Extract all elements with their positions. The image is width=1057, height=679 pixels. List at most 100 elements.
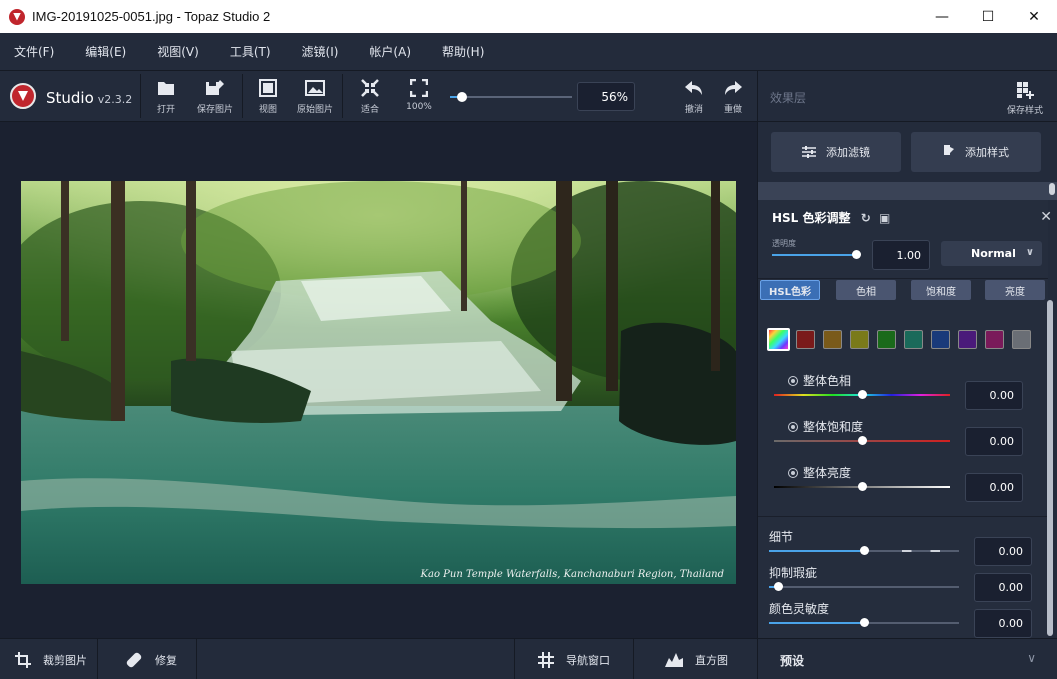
waterfall-photo: Kao Pun Temple Waterfalls, Kanchanaburi …	[21, 181, 736, 584]
bottom-divider	[196, 639, 197, 679]
minimize-button[interactable]: —	[919, 0, 965, 33]
window-title-bar: IMG-20191025-0051.jpg - Topaz Studio 2 —…	[0, 0, 1057, 33]
detail-slider-handle[interactable]	[860, 546, 869, 555]
tab-hsl[interactable]: HSL色彩	[760, 280, 820, 300]
redo-button[interactable]: 重做	[708, 79, 758, 115]
layers-scroll-thumb[interactable]	[1049, 183, 1055, 195]
zoom-slider-handle[interactable]	[457, 92, 467, 102]
add-style-button[interactable]: 添加样式	[911, 132, 1041, 172]
swatch-8[interactable]	[985, 330, 1004, 349]
menu-view[interactable]: 视图(V)	[157, 43, 199, 60]
radio-icon[interactable]	[788, 422, 798, 432]
tab-saturation[interactable]: 饱和度	[911, 280, 971, 300]
suppress-artifacts-label: 抑制瑕疵	[769, 566, 818, 580]
preset-bar[interactable]: 预设 ∨	[758, 638, 1057, 679]
saturation-input[interactable]: 0.00	[965, 427, 1023, 456]
fit-button[interactable]: 适合	[345, 79, 395, 115]
menu-help[interactable]: 帮助(H)	[442, 43, 484, 60]
histogram-button[interactable]: 直方图	[665, 639, 728, 679]
color-sensitivity-input[interactable]: 0.00	[974, 609, 1032, 638]
histogram-icon	[665, 652, 683, 667]
toolbar: Studio v2.3.2 打开 保存图片 视图 原始图片 适合 100% 撤消 …	[0, 71, 757, 122]
image-canvas[interactable]: Kao Pun Temple Waterfalls, Kanchanaburi …	[0, 122, 757, 638]
undo-label: 撤消	[684, 105, 703, 115]
menu-tools[interactable]: 工具(T)	[230, 43, 271, 60]
sliders-icon	[802, 146, 816, 158]
opacity-slider[interactable]	[772, 250, 861, 259]
zoom-100-button[interactable]: 100%	[394, 79, 444, 112]
brand-name: Studio	[46, 89, 94, 107]
original-image-label: 原始图片	[296, 105, 333, 115]
lightness-slider-handle[interactable]	[858, 482, 867, 491]
zoom-100-icon	[410, 79, 428, 97]
color-sensitivity-label: 颜色灵敏度	[769, 602, 830, 616]
swatch-7[interactable]	[958, 330, 977, 349]
view-icon	[259, 79, 277, 97]
saturation-label: 整体饱和度	[803, 420, 864, 434]
crop-button[interactable]: 裁剪图片	[15, 639, 87, 679]
brand: Studio v2.3.2	[46, 89, 132, 107]
tab-hue[interactable]: 色相	[836, 280, 896, 300]
chevron-down-icon: ∨	[1025, 247, 1034, 258]
close-button[interactable]: ✕	[1011, 0, 1057, 33]
lightness-label: 整体亮度	[803, 466, 852, 480]
menu-account[interactable]: 帐户(A)	[369, 43, 411, 60]
repair-button[interactable]: 修复	[125, 639, 177, 679]
opacity-input[interactable]: 1.00	[872, 240, 930, 270]
original-image-button[interactable]: 原始图片	[290, 79, 340, 115]
reset-icon[interactable]: ↻	[861, 211, 871, 225]
swatch-all-colors[interactable]	[767, 328, 790, 351]
preset-label: 预设	[780, 654, 805, 668]
swatch-6[interactable]	[931, 330, 950, 349]
zoom-input[interactable]: 56%	[577, 82, 635, 111]
maximize-button[interactable]: ☐	[965, 0, 1011, 33]
detail-input[interactable]: 0.00	[974, 537, 1032, 566]
panel-header: 效果层 保存样式	[758, 71, 1057, 122]
suppress-artifacts-input[interactable]: 0.00	[974, 573, 1032, 602]
color-sensitivity-slider-handle[interactable]	[860, 618, 869, 627]
swatch-1[interactable]	[796, 330, 815, 349]
chevron-down-icon: ∨	[1027, 651, 1036, 665]
crop-icon	[15, 651, 31, 668]
view-button[interactable]: 视图	[243, 79, 293, 115]
suppress-artifacts-slider-handle[interactable]	[774, 582, 783, 591]
save-preset-icon[interactable]: ▣	[879, 211, 890, 225]
bandage-icon	[125, 651, 143, 669]
zoom-slider[interactable]	[450, 96, 572, 98]
detail-label: 细节	[769, 530, 794, 544]
hue-input[interactable]: 0.00	[965, 381, 1023, 410]
repair-label: 修复	[155, 653, 177, 667]
lightness-input[interactable]: 0.00	[965, 473, 1023, 502]
effect-title: HSL 色彩调整	[772, 211, 851, 225]
close-effect-icon[interactable]: ✕	[1040, 209, 1052, 225]
bottom-toolbar: 裁剪图片 修复 导航窗口 直方图	[0, 638, 757, 679]
suppress-artifacts-slider[interactable]	[769, 586, 959, 588]
radio-icon[interactable]	[788, 468, 798, 478]
blend-mode-select[interactable]: Normal ∨	[941, 241, 1042, 266]
swatch-3[interactable]	[850, 330, 869, 349]
swatch-5[interactable]	[904, 330, 923, 349]
swatch-9[interactable]	[1012, 330, 1031, 349]
saturation-slider-handle[interactable]	[858, 436, 867, 445]
fit-icon	[361, 79, 379, 97]
layers-scrollbar[interactable]	[758, 182, 1057, 200]
swatch-4[interactable]	[877, 330, 896, 349]
effects-scrollbar[interactable]	[1047, 300, 1053, 636]
menu-file[interactable]: 文件(F)	[14, 43, 54, 60]
hue-slider-handle[interactable]	[858, 390, 867, 399]
navigator-button[interactable]: 导航窗口	[538, 639, 610, 679]
open-button[interactable]: 打开	[141, 79, 191, 115]
swatch-2[interactable]	[823, 330, 842, 349]
add-filter-label: 添加滤镜	[826, 146, 870, 159]
add-filter-button[interactable]: 添加滤镜	[771, 132, 901, 172]
menu-filters[interactable]: 滤镜(I)	[302, 43, 339, 60]
opacity-slider-handle[interactable]	[852, 250, 861, 259]
menu-edit[interactable]: 编辑(E)	[85, 43, 126, 60]
radio-icon[interactable]	[788, 376, 798, 386]
save-style-button[interactable]: 保存样式	[1007, 81, 1043, 116]
tab-lightness[interactable]: 亮度	[985, 280, 1045, 300]
bottom-divider	[633, 639, 634, 679]
zoom-100-label: 100%	[406, 102, 432, 112]
photo-artwork	[21, 181, 736, 584]
save-image-button[interactable]: 保存图片	[190, 79, 240, 115]
